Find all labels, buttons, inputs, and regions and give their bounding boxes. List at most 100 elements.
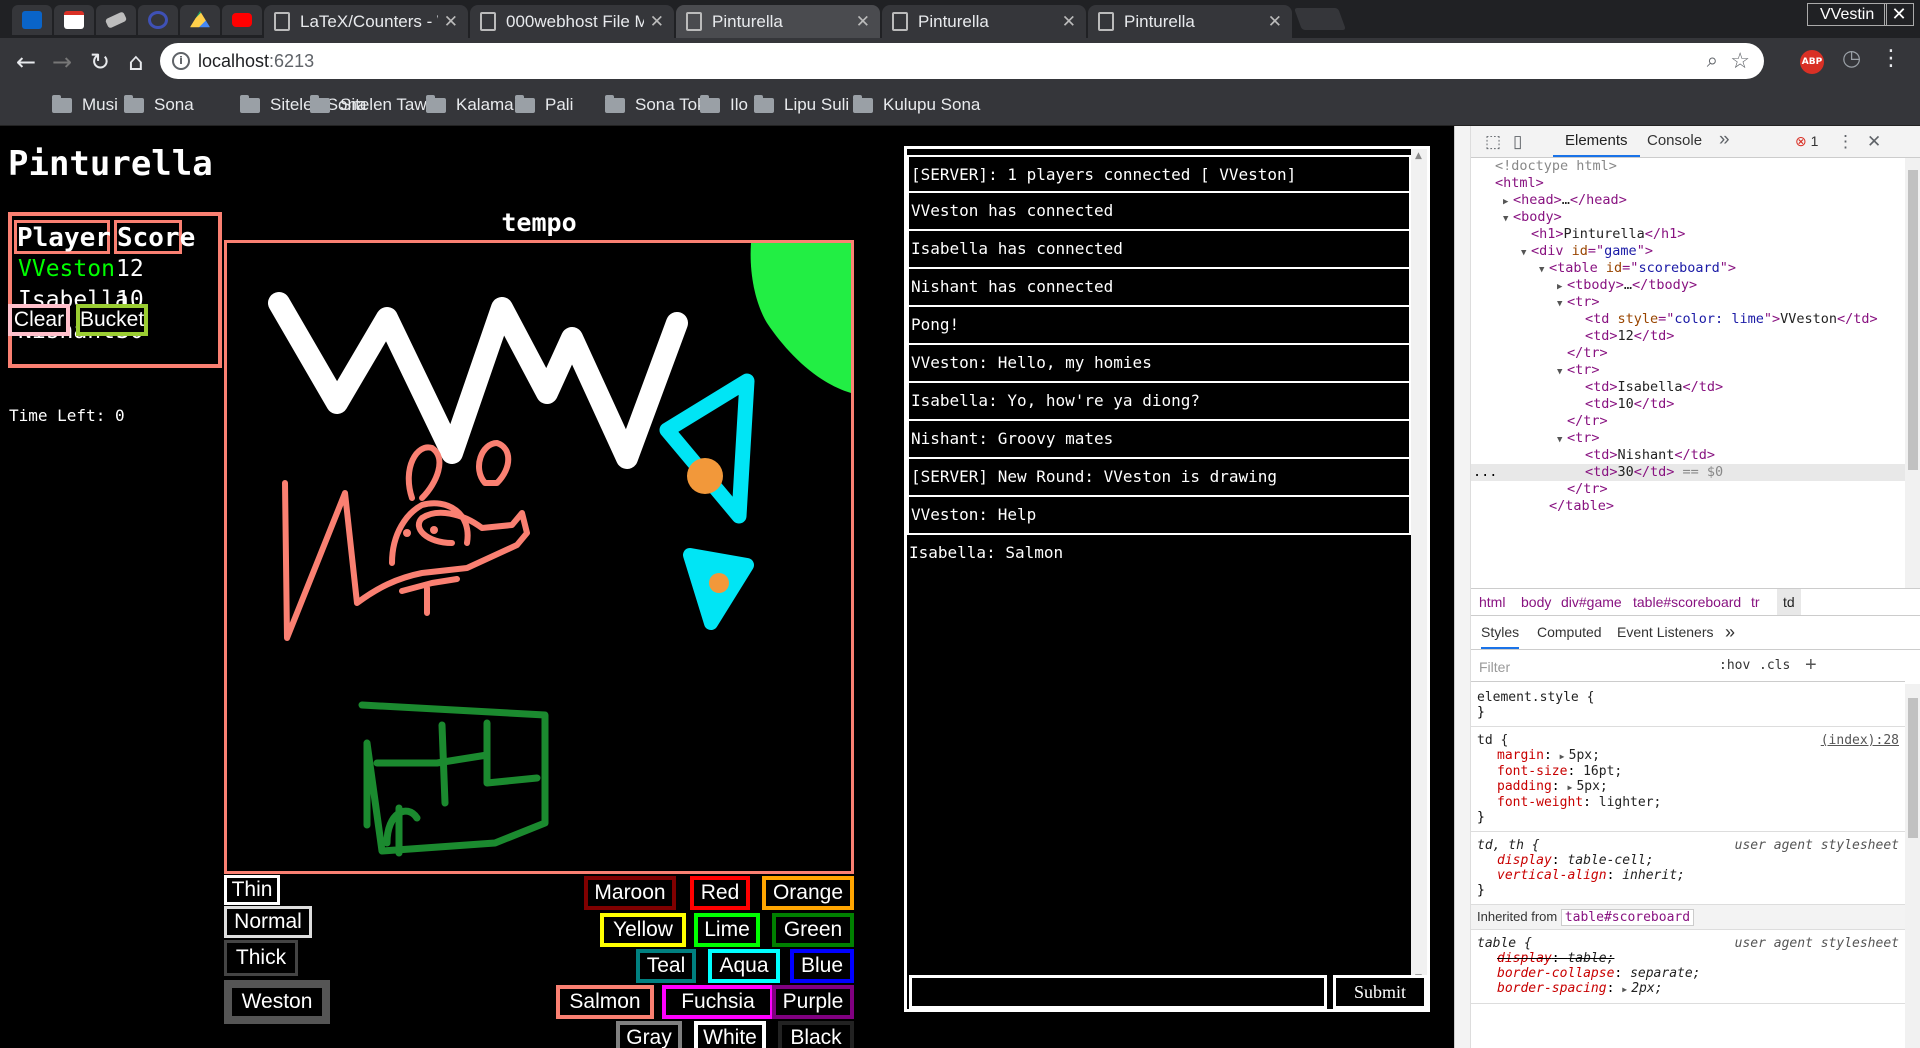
more-tabs-icon[interactable]: » bbox=[1719, 129, 1730, 151]
pinned-tab-gmail[interactable] bbox=[54, 5, 94, 35]
pinned-tab-youtube[interactable] bbox=[222, 5, 262, 35]
drawing-canvas[interactable] bbox=[224, 240, 854, 874]
tab-close-icon[interactable]: ✕ bbox=[650, 12, 664, 32]
hov-toggle[interactable]: :hov bbox=[1719, 658, 1750, 673]
tab-event-listeners[interactable]: Event Listeners bbox=[1617, 616, 1714, 649]
tab-pinturella-2[interactable]: Pinturella ✕ bbox=[882, 5, 1086, 38]
profile-button[interactable]: VVestin bbox=[1807, 3, 1888, 26]
back-icon[interactable]: ← bbox=[10, 46, 42, 78]
color-yellow[interactable]: Yellow bbox=[600, 913, 686, 947]
expand-arrow-icon[interactable]: ▶ bbox=[1622, 982, 1631, 997]
breadcrumb-tr[interactable]: tr bbox=[1751, 589, 1760, 615]
bookmark-kulupu-sona[interactable]: Kulupu Sona bbox=[853, 94, 980, 115]
bookmark-sona-toki[interactable]: Sona Toki bbox=[605, 94, 709, 115]
color-gray[interactable]: Gray bbox=[616, 1021, 682, 1048]
devtools-menu-icon[interactable]: ⋮ bbox=[1837, 132, 1854, 152]
td-rule-source-link[interactable]: (index):28 bbox=[1821, 733, 1899, 748]
error-counter[interactable]: ⊗ 1 bbox=[1795, 133, 1818, 150]
td-property[interactable]: font-size: 16pt; bbox=[1477, 764, 1899, 779]
table-property[interactable]: border-spacing: ▶ 2px; bbox=[1477, 981, 1899, 997]
dom-node[interactable]: ▼ <tr> bbox=[1471, 362, 1905, 379]
color-aqua[interactable]: Aqua bbox=[708, 949, 780, 983]
collapse-arrow-icon[interactable]: ▼ bbox=[1539, 262, 1549, 279]
color-blue[interactable]: Blue bbox=[790, 949, 854, 983]
brush-size-thick[interactable]: Thick bbox=[224, 940, 298, 976]
dom-node[interactable]: ▼ <tr> bbox=[1471, 430, 1905, 447]
pinned-tab-q[interactable] bbox=[138, 5, 178, 35]
tab-styles[interactable]: Styles bbox=[1481, 616, 1520, 649]
dom-node[interactable]: </tr> bbox=[1471, 345, 1905, 362]
dom-node[interactable]: <h1>Pinturella</h1> bbox=[1471, 226, 1905, 243]
color-maroon[interactable]: Maroon bbox=[584, 876, 676, 910]
breadcrumb-table-scoreboard[interactable]: table#scoreboard bbox=[1633, 589, 1741, 615]
bucket-button[interactable]: Bucket bbox=[76, 304, 148, 336]
color-black[interactable]: Black bbox=[778, 1021, 854, 1048]
breadcrumb-body[interactable]: body bbox=[1521, 589, 1551, 615]
color-orange[interactable]: Orange bbox=[762, 876, 854, 910]
tab-close-icon[interactable]: ✕ bbox=[856, 12, 870, 32]
scroll-thumb[interactable] bbox=[1908, 170, 1918, 470]
dom-node[interactable]: ▼ <table id="scoreboard"> bbox=[1471, 260, 1905, 277]
dom-node[interactable]: ▼ <tr> bbox=[1471, 294, 1905, 311]
bookmark-ilo[interactable]: Ilo bbox=[700, 94, 748, 115]
dom-node-selected[interactable]: ... <td>30</td> == $0 bbox=[1471, 464, 1905, 481]
dom-scrollbar[interactable] bbox=[1905, 158, 1920, 588]
bookmark-pali[interactable]: Pali bbox=[515, 94, 573, 115]
bookmark-star-icon[interactable]: ☆ bbox=[1730, 43, 1750, 79]
chat-submit-button[interactable]: Submit bbox=[1333, 975, 1427, 1009]
brush-size-normal[interactable]: Normal bbox=[224, 906, 312, 938]
breadcrumb-td[interactable]: td bbox=[1777, 589, 1801, 615]
table-property[interactable]: border-collapse: separate; bbox=[1477, 966, 1899, 981]
dom-node[interactable]: ▶ <head>…</head> bbox=[1471, 192, 1905, 209]
collapse-arrow-icon[interactable]: ▼ bbox=[1557, 296, 1567, 313]
site-info-icon[interactable]: i bbox=[172, 52, 190, 70]
ua-property[interactable]: display: table-cell; bbox=[1477, 853, 1899, 868]
inspect-element-icon[interactable]: ⬚ bbox=[1485, 132, 1501, 152]
dom-node-ellipsis[interactable]: ... bbox=[1473, 464, 1497, 481]
collapse-arrow-icon[interactable]: ▼ bbox=[1557, 432, 1567, 449]
dom-node[interactable]: <td>10</td> bbox=[1471, 396, 1905, 413]
forward-icon[interactable]: → bbox=[46, 46, 78, 78]
td-rule[interactable]: td { (index):28 margin: ▶ 5px; font-size: … bbox=[1471, 727, 1905, 832]
tab-close-icon[interactable]: ✕ bbox=[1062, 12, 1076, 32]
tab-pinturella-3[interactable]: Pinturella ✕ bbox=[1088, 5, 1292, 38]
window-close-icon[interactable]: ✕ bbox=[1884, 3, 1914, 26]
dom-node[interactable]: </tr> bbox=[1471, 413, 1905, 430]
bookmark-kalama[interactable]: Kalama bbox=[426, 94, 514, 115]
collapse-arrow-icon[interactable]: ▼ bbox=[1557, 364, 1567, 381]
collapse-arrow-icon[interactable]: ▼ bbox=[1521, 245, 1531, 262]
clear-button[interactable]: Clear bbox=[8, 304, 70, 336]
filter-input[interactable]: Filter bbox=[1479, 659, 1510, 675]
dom-node[interactable]: <html> bbox=[1471, 175, 1905, 192]
color-salmon[interactable]: Salmon bbox=[556, 985, 654, 1019]
dom-node[interactable]: </tr> bbox=[1471, 481, 1905, 498]
dom-node[interactable]: <td>Nishant</td> bbox=[1471, 447, 1905, 464]
color-fuchsia[interactable]: Fuchsia bbox=[662, 985, 774, 1019]
collapse-arrow-icon[interactable]: ▼ bbox=[1503, 211, 1513, 228]
cls-toggle[interactable]: .cls bbox=[1759, 658, 1790, 673]
chat-input[interactable] bbox=[909, 975, 1327, 1009]
td-property[interactable]: margin: ▶ 5px; bbox=[1477, 748, 1899, 764]
tab-pinturella-active[interactable]: Pinturella ✕ bbox=[676, 5, 880, 38]
address-bar[interactable]: i localhost:6213 ⌕ ☆ bbox=[160, 43, 1764, 79]
color-green[interactable]: Green bbox=[772, 913, 854, 947]
dom-node[interactable]: ▼ <div id="game"> bbox=[1471, 243, 1905, 260]
brush-size-weston[interactable]: Weston bbox=[224, 980, 330, 1024]
dom-node[interactable]: <td>Isabella</td> bbox=[1471, 379, 1905, 396]
inherited-from-link[interactable]: table#scoreboard bbox=[1560, 909, 1695, 926]
adblock-plus-icon[interactable]: ABP bbox=[1800, 50, 1824, 74]
dom-node[interactable]: <td>12</td> bbox=[1471, 328, 1905, 345]
breadcrumb-html[interactable]: html bbox=[1479, 589, 1505, 615]
menu-icon[interactable]: ⋮ bbox=[1880, 46, 1902, 71]
brush-size-thin[interactable]: Thin bbox=[224, 875, 280, 905]
color-teal[interactable]: Teal bbox=[636, 949, 696, 983]
dom-node[interactable]: ▶ <tbody>…</tbody> bbox=[1471, 277, 1905, 294]
devtools-resize-guide[interactable] bbox=[1455, 126, 1471, 1048]
tab-console[interactable]: Console bbox=[1635, 126, 1714, 157]
tab-close-icon[interactable]: ✕ bbox=[444, 12, 458, 32]
scroll-up-arrow-icon[interactable]: ▲ bbox=[1415, 151, 1422, 161]
tab-elements[interactable]: Elements bbox=[1553, 126, 1640, 157]
tab-computed[interactable]: Computed bbox=[1537, 616, 1602, 649]
dom-node[interactable]: ▼ <body> bbox=[1471, 209, 1905, 226]
reload-icon[interactable]: ↻ bbox=[84, 46, 116, 78]
